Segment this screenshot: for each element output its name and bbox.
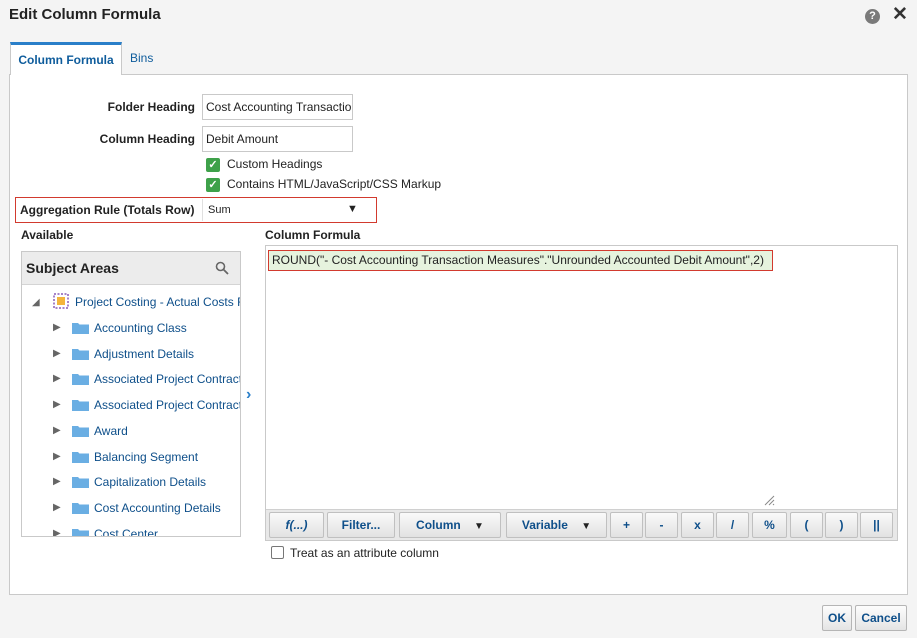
expand-triangle-icon[interactable]: ▶ xyxy=(53,399,61,410)
variable-button[interactable]: Variable ▼ xyxy=(506,512,607,538)
divide-button[interactable]: / xyxy=(716,512,749,538)
percent-button[interactable]: % xyxy=(752,512,787,538)
html-markup-checkbox[interactable]: ✓ xyxy=(206,178,220,192)
collapse-triangle-icon[interactable]: ◢ xyxy=(32,297,40,308)
variable-button-label: Variable xyxy=(521,518,568,532)
folder-icon xyxy=(72,349,89,360)
cancel-button[interactable]: Cancel xyxy=(855,605,907,631)
column-heading-input[interactable]: Debit Amount xyxy=(202,126,353,152)
column-heading-label: Column Heading xyxy=(99,132,195,146)
tree-item[interactable]: Balancing Segment xyxy=(94,450,198,470)
expand-triangle-icon[interactable]: ▶ xyxy=(53,451,61,462)
column-button[interactable]: Column ▼ xyxy=(399,512,501,538)
folder-icon xyxy=(72,452,89,463)
folder-icon xyxy=(72,477,89,488)
tree-item[interactable]: Associated Project Contract xyxy=(94,398,240,418)
html-markup-label: Contains HTML/JavaScript/CSS Markup xyxy=(227,177,442,191)
tree-item[interactable]: Associated Project Contract xyxy=(94,372,240,392)
expand-triangle-icon[interactable]: ▶ xyxy=(53,502,61,513)
chevron-down-icon: ▼ xyxy=(474,521,484,532)
tree-item[interactable]: Adjustment Details xyxy=(94,347,194,367)
tab-bins[interactable]: Bins xyxy=(130,42,153,75)
tree-item[interactable]: Cost Accounting Details xyxy=(94,501,221,521)
column-button-label: Column xyxy=(416,518,461,532)
dialog-titlebar: Edit Column Formula ? ✕ xyxy=(0,0,917,32)
folder-icon xyxy=(72,323,89,334)
aggregation-rule-label: Aggregation Rule (Totals Row) xyxy=(20,203,195,217)
subject-areas-title: Subject Areas xyxy=(26,260,119,276)
available-label: Available xyxy=(21,228,74,242)
concat-button[interactable]: || xyxy=(860,512,893,538)
expand-triangle-icon[interactable]: ▶ xyxy=(53,322,61,333)
formula-editor[interactable] xyxy=(265,245,898,541)
attribute-column-label: Treat as an attribute column xyxy=(290,546,439,560)
expand-triangle-icon[interactable]: ▶ xyxy=(53,528,61,536)
help-icon[interactable]: ? xyxy=(865,9,880,24)
filter-button[interactable]: Filter... xyxy=(327,512,395,538)
expand-triangle-icon[interactable]: ▶ xyxy=(53,425,61,436)
search-icon[interactable] xyxy=(215,261,229,275)
function-button[interactable]: f(...) xyxy=(269,512,324,538)
tree-root-item[interactable]: Project Costing - Actual Costs R xyxy=(75,295,240,315)
expand-triangle-icon[interactable]: ▶ xyxy=(53,476,61,487)
custom-headings-label: Custom Headings xyxy=(227,157,323,171)
tree-item[interactable]: Capitalization Details xyxy=(94,475,206,495)
tab-column-formula[interactable]: Column Formula xyxy=(10,42,122,75)
folder-icon xyxy=(72,426,89,437)
multiply-button[interactable]: x xyxy=(681,512,714,538)
open-paren-button[interactable]: ( xyxy=(790,512,823,538)
folder-icon xyxy=(72,374,89,385)
subject-areas-header: Subject Areas xyxy=(22,252,240,285)
ok-button[interactable]: OK xyxy=(822,605,852,631)
column-formula-label: Column Formula xyxy=(265,228,361,242)
insert-arrow-icon[interactable]: › xyxy=(246,386,251,404)
attribute-column-checkbox[interactable] xyxy=(271,546,284,559)
subject-area-icon xyxy=(53,293,69,309)
folder-icon xyxy=(72,529,89,536)
close-icon[interactable]: ✕ xyxy=(892,5,908,25)
chevron-down-icon: ▼ xyxy=(581,521,592,532)
formula-text[interactable]: ROUND("- Cost Accounting Transaction Mea… xyxy=(268,250,773,271)
folder-icon xyxy=(72,503,89,514)
folder-icon xyxy=(72,400,89,411)
custom-headings-checkbox[interactable]: ✓ xyxy=(206,158,220,172)
tree-item[interactable]: Award xyxy=(94,424,128,444)
expand-triangle-icon[interactable]: ▶ xyxy=(53,373,61,384)
chevron-down-icon[interactable]: ▼ xyxy=(347,203,358,215)
folder-heading-input[interactable]: Cost Accounting Transactio xyxy=(202,94,353,120)
resize-handle-icon[interactable] xyxy=(763,494,775,506)
aggregation-rule-select[interactable]: Sum xyxy=(202,199,364,221)
minus-button[interactable]: - xyxy=(645,512,678,538)
plus-button[interactable]: + xyxy=(610,512,643,538)
folder-heading-label: Folder Heading xyxy=(107,100,195,114)
expand-triangle-icon[interactable]: ▶ xyxy=(53,348,61,359)
tree-item[interactable]: Cost Center xyxy=(94,527,158,536)
close-paren-button[interactable]: ) xyxy=(825,512,858,538)
dialog-title: Edit Column Formula xyxy=(9,6,161,23)
tree-item[interactable]: Accounting Class xyxy=(94,321,187,341)
subject-areas-panel: Subject Areas ◢ Project Costing - Actual… xyxy=(21,251,241,537)
